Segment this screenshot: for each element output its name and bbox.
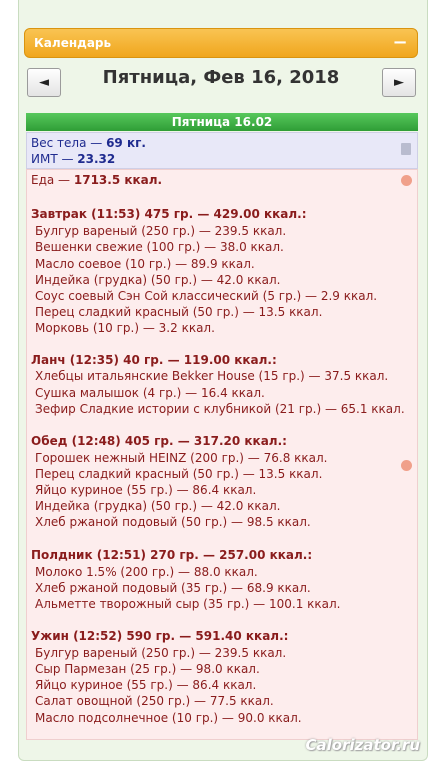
food-log: Еда — 1713.5 ккал. Завтрак (11:53) 475 г… [26, 169, 418, 740]
meal-item: Индейка (грудка) (50 гр.) — 42.0 ккал. [35, 273, 281, 287]
meal-item: Вешенки свежие (100 гр.) — 38.0 ккал. [35, 240, 284, 254]
meal-item: Масло подсолнечное (10 гр.) — 90.0 ккал. [35, 711, 302, 725]
bmi-label: ИМТ — [31, 152, 78, 166]
meal-item: Яйцо куриное (55 гр.) — 86.4 ккал. [35, 678, 257, 692]
meal-title-dinner: Обед (12:48) 405 гр. — 317.20 ккал.: [31, 434, 287, 448]
meal-title-lunch: Ланч (12:35) 40 гр. — 119.00 ккал.: [31, 353, 277, 367]
meal-item: Индейка (грудка) (50 гр.) — 42.0 ккал. [35, 499, 281, 513]
trash-icon[interactable] [401, 143, 411, 155]
day-band: Пятница 16.02 [26, 113, 418, 131]
food-total-value: 1713.5 ккал. [73, 173, 163, 187]
meal-item: Булгур вареный (250 гр.) — 239.5 ккал. [35, 224, 287, 238]
bmi-value: 23.32 [77, 152, 116, 166]
meal-item: Хлеб ржаной подовый (35 гр.) — 68.9 ккал… [35, 581, 311, 595]
meal-item: Перец сладкий красный (50 гр.) — 13.5 кк… [35, 305, 323, 319]
meal-item: Перец сладкий красный (50 гр.) — 13.5 кк… [35, 467, 323, 481]
food-total-label: Еда — [31, 173, 74, 187]
watermark: Calorizator.ru [305, 736, 420, 754]
body-metrics: Вес тела — 69 кг. ИМТ — 23.32 [26, 132, 418, 169]
meal-item: Сыр Пармезан (25 гр.) — 98.0 ккал. [35, 662, 260, 676]
apple-icon[interactable] [401, 460, 412, 471]
meal-item: Булгур вареный (250 гр.) — 239.5 ккал. [35, 646, 287, 660]
food-total: Еда — 1713.5 ккал. [31, 173, 162, 187]
meal-item: Горошек нежный HEINZ (200 гр.) — 76.8 кк… [35, 451, 328, 465]
meal-title-supper: Ужин (12:52) 590 гр. — 591.40 ккал.: [31, 629, 289, 643]
prev-day-button[interactable]: ◄ [27, 68, 61, 97]
meal-item: Зефир Сладкие истории с клубникой (21 гр… [35, 402, 405, 416]
apple-icon[interactable] [401, 175, 412, 186]
meal-item: Молоко 1.5% (200 гр.) — 88.0 ккал. [35, 565, 258, 579]
bmi-line: ИМТ — 23.32 [31, 152, 115, 166]
weight-label: Вес тела — [31, 136, 107, 150]
current-date: Пятница, Фев 16, 2018 [102, 67, 340, 88]
calendar-title: Календарь [34, 36, 112, 50]
calendar-header[interactable]: Календарь − [24, 28, 418, 58]
meal-item: Альметте творожный сыр (35 гр.) — 100.1 … [35, 597, 341, 611]
meal-item: Яйцо куриное (55 гр.) — 86.4 ккал. [35, 483, 257, 497]
weight-value: 69 кг. [106, 136, 146, 150]
meal-item: Салат овощной (250 гр.) — 77.5 ккал. [35, 694, 274, 708]
meal-item: Хлеб ржаной подовый (50 гр.) — 98.5 ккал… [35, 515, 311, 529]
weight-line: Вес тела — 69 кг. [31, 136, 146, 150]
meal-item: Морковь (10 гр.) — 3.2 ккал. [35, 321, 215, 335]
minus-icon[interactable]: − [391, 34, 409, 52]
meal-item: Сушка малышок (4 гр.) — 16.4 ккал. [35, 386, 265, 400]
meal-title-breakfast: Завтрак (11:53) 475 гр. — 429.00 ккал.: [31, 207, 307, 221]
meal-item: Масло соевое (10 гр.) — 89.9 ккал. [35, 257, 255, 271]
meal-title-snack: Полдник (12:51) 270 гр. — 257.00 ккал.: [31, 548, 313, 562]
meal-item: Соус соевый Сэн Сой классический (5 гр.)… [35, 289, 378, 303]
next-day-button[interactable]: ► [382, 68, 416, 97]
meal-item: Хлебцы итальянские Bekker House (15 гр.)… [35, 369, 389, 383]
